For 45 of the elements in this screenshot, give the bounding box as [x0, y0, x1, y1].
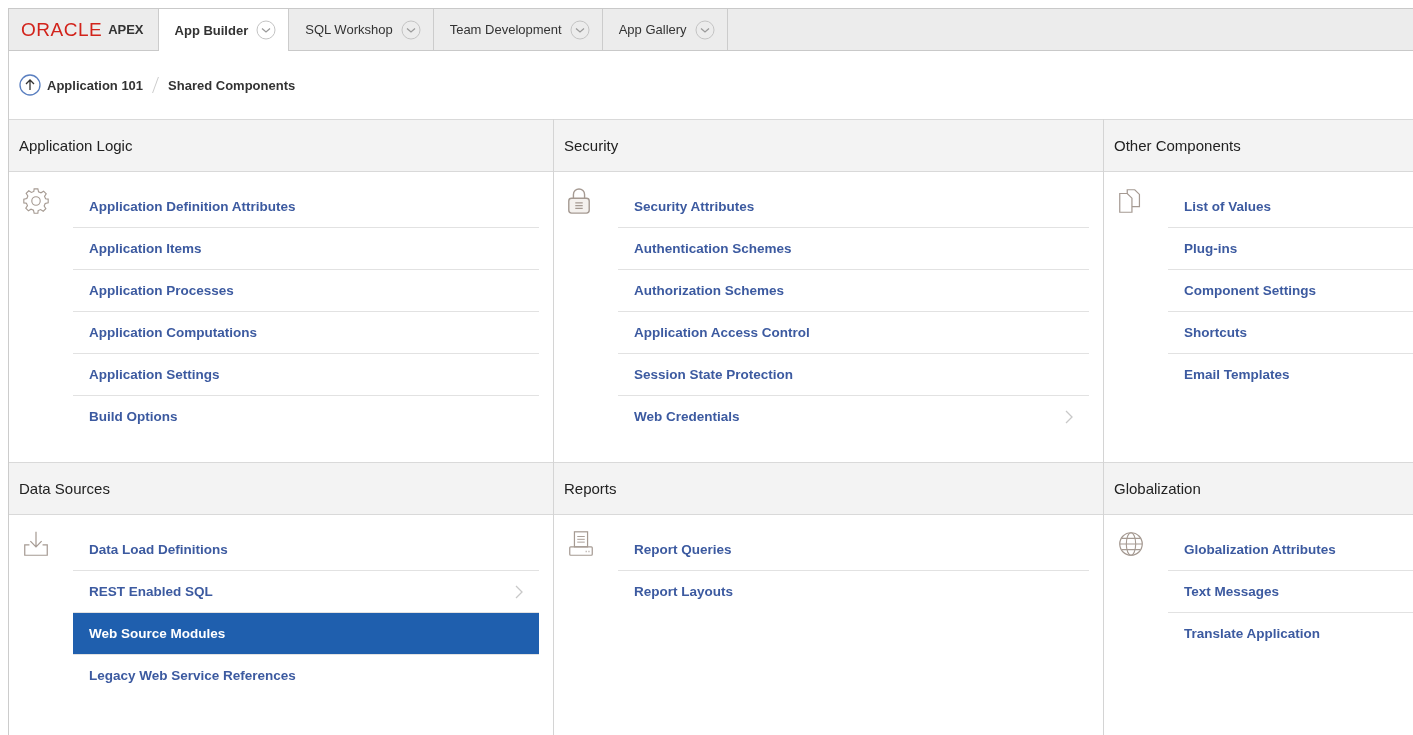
breadcrumb-current: Shared Components [168, 77, 296, 93]
chevron-down-icon[interactable] [694, 19, 715, 40]
component-link[interactable]: Report Layouts [618, 571, 1089, 612]
panel-header: Security [554, 119, 1103, 172]
globe-icon [1116, 529, 1146, 559]
component-link[interactable]: Legacy Web Service References [73, 655, 539, 696]
chevron-down-icon[interactable] [256, 20, 277, 40]
panel-header: Application Logic [9, 119, 553, 172]
component-link[interactable]: Session State Protection [618, 354, 1089, 396]
component-link[interactable]: List of Values [1168, 186, 1413, 228]
component-link[interactable]: Application Items [73, 228, 539, 270]
component-link[interactable]: Globalization Attributes [1168, 529, 1413, 571]
component-link[interactable]: Security Attributes [618, 186, 1089, 228]
chevron-down-icon[interactable] [400, 19, 421, 40]
component-link[interactable]: Web Source Modules [73, 613, 539, 655]
component-link[interactable]: Application Settings [73, 354, 539, 396]
nav-tab[interactable]: App Builder [158, 9, 290, 51]
component-link[interactable]: Shortcuts [1168, 312, 1413, 354]
component-link[interactable]: Authorization Schemes [618, 270, 1089, 312]
component-link[interactable]: Authentication Schemes [618, 228, 1089, 270]
component-link[interactable]: Plug-ins [1168, 228, 1413, 270]
printer-icon [566, 529, 596, 559]
component-link[interactable]: Report Queries [618, 529, 1089, 571]
download-tray-icon [21, 529, 51, 559]
chevron-down-icon[interactable] [569, 19, 590, 40]
component-link[interactable]: Application Definition Attributes [73, 186, 539, 228]
gear-icon [21, 186, 51, 216]
component-link[interactable]: Text Messages [1168, 571, 1413, 613]
component-link[interactable]: Application Computations [73, 312, 539, 354]
component-link[interactable]: Application Processes [73, 270, 539, 312]
panel-header: Globalization [1104, 462, 1413, 515]
panel-header: Reports [554, 462, 1103, 515]
panel-header: Data Sources [9, 462, 553, 515]
component-link[interactable]: Application Access Control [618, 312, 1089, 354]
component-link[interactable]: Component Settings [1168, 270, 1413, 312]
component-link[interactable]: Build Options [73, 396, 539, 437]
vendor-wordmark: ORACLE [21, 18, 103, 41]
component-link[interactable]: Email Templates [1168, 354, 1413, 395]
product-name: APEX [108, 22, 144, 37]
breadcrumb-link[interactable]: Application 101 [47, 77, 144, 93]
component-link[interactable]: Translate Application [1168, 613, 1413, 654]
panel-header: Other Components [1104, 119, 1413, 172]
component-link[interactable]: Data Load Definitions [73, 529, 539, 571]
lock-icon [566, 186, 592, 216]
component-link[interactable]: Web Credentials [618, 396, 1089, 437]
